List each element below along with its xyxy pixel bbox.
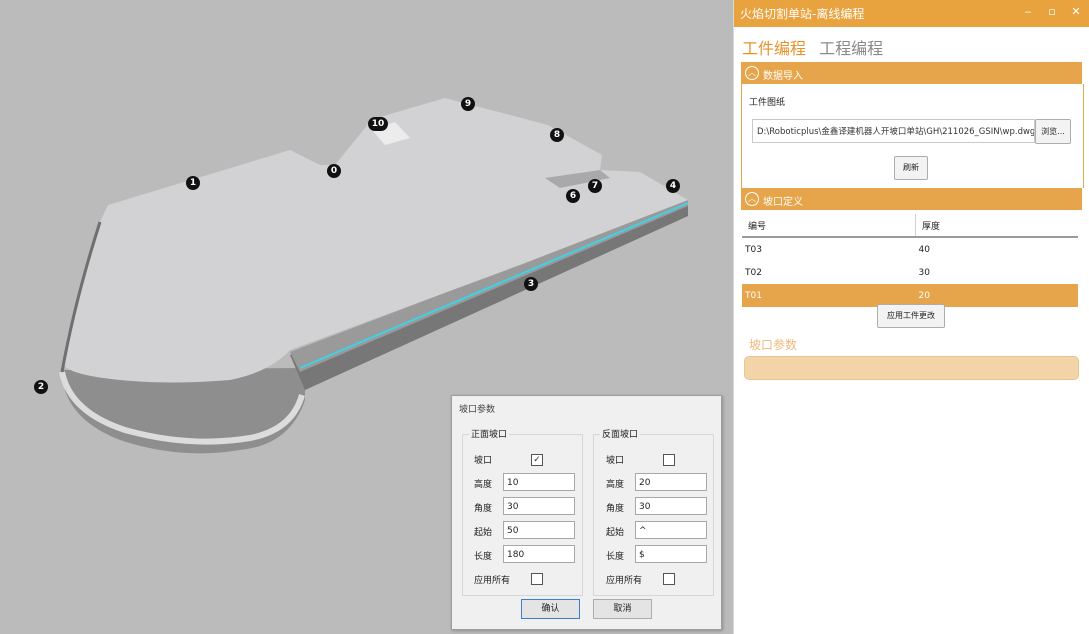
back-length-input[interactable]: $ <box>635 545 707 563</box>
drawing-label: 工件图纸 <box>749 98 786 108</box>
cancel-button[interactable]: 取消 <box>593 599 652 619</box>
marker-3[interactable]: 3 <box>524 277 538 291</box>
tab-bar: 工件编程 工程编程 <box>742 35 891 59</box>
front-apply-all-checkbox[interactable] <box>531 573 543 585</box>
refresh-button[interactable]: 刷新 <box>894 156 928 180</box>
front-angle-input[interactable]: 30 <box>503 497 575 515</box>
drawing-path-input[interactable]: D:\Roboticplus\金鑫译建机器人开坡口单站\GH\211026_GS… <box>752 119 1035 143</box>
back-start-input[interactable]: ^ <box>635 521 707 539</box>
marker-10[interactable]: 10 <box>368 117 388 131</box>
cell-id: T02 <box>745 267 762 278</box>
marker-4[interactable]: 4 <box>666 179 680 193</box>
offline-programming-panel: 火焰切割单站-离线编程 ‒ ▫ ✕ 工件编程 工程编程 ︿ 数据导入 工件图纸 … <box>733 0 1089 634</box>
marker-1[interactable]: 1 <box>186 176 200 190</box>
front-height-input[interactable]: 10 <box>503 473 575 491</box>
back-height-input[interactable]: 20 <box>635 473 707 491</box>
marker-9[interactable]: 9 <box>461 97 475 111</box>
cell-thickness: 30 <box>918 267 930 278</box>
back-apply-all-label: 应用所有 <box>606 576 643 586</box>
front-height-label: 高度 <box>474 480 493 490</box>
marker-8[interactable]: 8 <box>550 128 564 142</box>
back-length-label: 长度 <box>606 552 625 562</box>
marker-7[interactable]: 7 <box>588 179 602 193</box>
bevel-table: 编号 厚度 T03 40 T02 30 T01 20 <box>742 214 1078 307</box>
marker-6[interactable]: 6 <box>566 189 580 203</box>
apply-workpiece-changes-button[interactable]: 应用工件更改 <box>877 304 945 328</box>
data-import-header[interactable]: ︿ 数据导入 <box>741 62 1082 84</box>
cell-id: T03 <box>745 244 762 255</box>
front-apply-all-label: 应用所有 <box>474 576 511 586</box>
bevel-params-bar[interactable] <box>744 356 1079 380</box>
window-title: 火焰切割单站-离线编程 <box>740 7 865 21</box>
column-header-thickness[interactable]: 厚度 <box>915 214 1078 238</box>
back-height-label: 高度 <box>606 480 625 490</box>
back-start-label: 起始 <box>606 528 625 538</box>
back-angle-label: 角度 <box>606 504 625 514</box>
dialog-title: 坡口参数 <box>459 405 496 415</box>
front-start-input[interactable]: 50 <box>503 521 575 539</box>
cell-thickness: 40 <box>918 244 930 255</box>
browse-button[interactable]: 浏览... <box>1035 119 1071 144</box>
confirm-button[interactable]: 确认 <box>521 599 580 619</box>
column-header-id[interactable]: 编号 <box>742 214 916 238</box>
bevel-def-title: 坡口定义 <box>763 197 803 208</box>
front-bevel-checkbox[interactable]: ✓ <box>531 454 543 466</box>
back-bevel-title: 反面坡口 <box>600 427 641 440</box>
title-bar: 火焰切割单站-离线编程 ‒ ▫ ✕ <box>734 0 1089 27</box>
front-bevel-group: 正面坡口 坡口 ✓ 高度 10 角度 30 起始 50 长度 180 应用所有 <box>462 427 583 596</box>
bevel-params-title: 坡口参数 <box>749 338 798 352</box>
close-icon[interactable]: ✕ <box>1068 4 1084 20</box>
back-apply-all-checkbox[interactable] <box>663 573 675 585</box>
bevel-params-dialog: 坡口参数 正面坡口 坡口 ✓ 高度 10 角度 30 起始 50 长度 180 … <box>451 395 722 630</box>
back-bevel-group: 反面坡口 坡口 高度 20 角度 30 起始 ^ 长度 $ 应用所有 <box>593 427 714 596</box>
back-bevel-checkbox[interactable] <box>663 454 675 466</box>
marker-2[interactable]: 2 <box>34 380 48 394</box>
front-length-input[interactable]: 180 <box>503 545 575 563</box>
table-row[interactable]: T03 40 <box>742 237 1078 261</box>
bevel-def-header[interactable]: ︿ 坡口定义 <box>741 188 1082 210</box>
tab-project-programming[interactable]: 工程编程 <box>819 39 883 58</box>
marker-0[interactable]: 0 <box>327 164 341 178</box>
back-bevel-label: 坡口 <box>606 456 625 466</box>
chevron-up-icon[interactable]: ︿ <box>745 66 759 80</box>
front-bevel-title: 正面坡口 <box>469 427 510 440</box>
front-length-label: 长度 <box>474 552 493 562</box>
chevron-up-icon[interactable]: ︿ <box>745 192 759 206</box>
back-angle-input[interactable]: 30 <box>635 497 707 515</box>
tab-workpiece-programming[interactable]: 工件编程 <box>742 39 806 58</box>
maximize-icon[interactable]: ▫ <box>1044 4 1060 20</box>
minimize-icon[interactable]: ‒ <box>1020 4 1036 20</box>
table-row[interactable]: T02 30 <box>742 261 1078 284</box>
data-import-title: 数据导入 <box>763 71 803 82</box>
front-bevel-label: 坡口 <box>474 456 493 466</box>
front-start-label: 起始 <box>474 528 493 538</box>
front-angle-label: 角度 <box>474 504 493 514</box>
